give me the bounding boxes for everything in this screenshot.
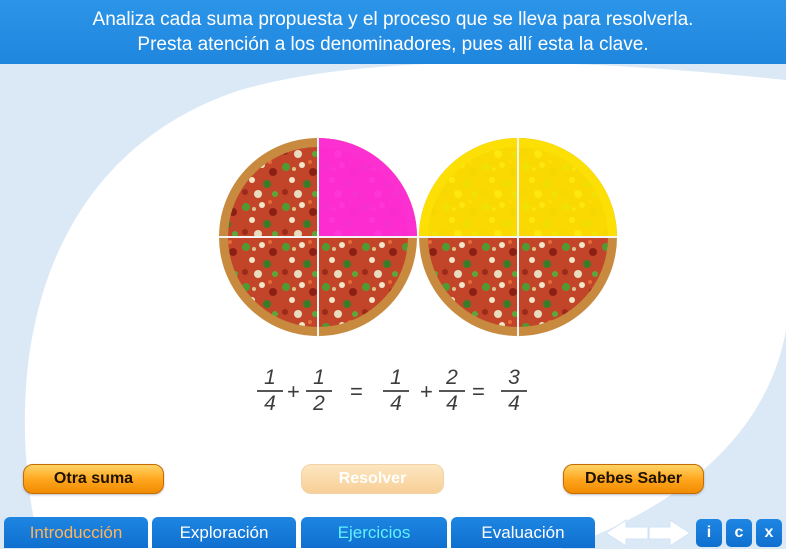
tab-ejercicios[interactable]: Ejercicios (301, 517, 447, 548)
fraction-2-denominator: 2 (313, 392, 325, 415)
fraction-4: 2 4 (437, 367, 467, 415)
info-button[interactable]: i (696, 519, 722, 547)
shaded-quarter-magenta (318, 138, 417, 237)
fraction-4-denominator: 4 (446, 392, 458, 415)
tab-evaluacion[interactable]: Evaluación (451, 517, 595, 548)
back-arrow-icon[interactable] (605, 519, 649, 547)
resolver-button[interactable]: Resolver (301, 464, 444, 494)
fraction-5-denominator: 4 (508, 392, 520, 415)
fraction-1-denominator: 4 (264, 392, 276, 415)
fraction-2: 1 2 (304, 367, 334, 415)
plus-sign-2: + (420, 379, 433, 404)
debes-saber-button[interactable]: Debes Saber (563, 464, 704, 494)
fraction-5: 3 4 (499, 367, 529, 415)
fraction-1: 1 4 (255, 367, 285, 415)
pizza-left (218, 137, 418, 337)
fraction-4-numerator: 2 (446, 366, 458, 389)
equals-sign-1: = (350, 379, 363, 404)
tab-introduccion[interactable]: Introducción (4, 517, 148, 548)
equals-sign-2: = (472, 379, 485, 404)
fraction-3: 1 4 (381, 367, 411, 415)
forward-arrow-icon[interactable] (648, 519, 691, 547)
credits-button[interactable]: c (726, 519, 752, 547)
otra-suma-button[interactable]: Otra suma (23, 464, 164, 494)
fraction-3-denominator: 4 (390, 392, 402, 415)
close-button[interactable]: x (756, 519, 782, 547)
fraction-1-numerator: 1 (264, 366, 276, 389)
tab-exploracion[interactable]: Exploración (152, 517, 296, 548)
fraction-5-numerator: 3 (508, 366, 520, 389)
navigation-arrows (605, 519, 691, 547)
fraction-3-numerator: 1 (390, 366, 402, 389)
pizza-right (418, 137, 618, 337)
fraction-2-numerator: 1 (313, 366, 325, 389)
plus-sign-1: + (287, 379, 300, 404)
